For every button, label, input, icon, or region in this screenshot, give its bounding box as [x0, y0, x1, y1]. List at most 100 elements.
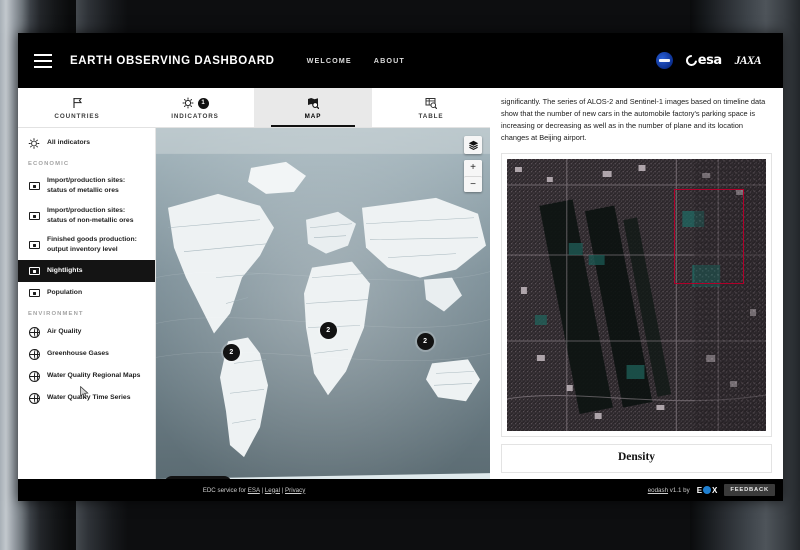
sidebar-item-label: Air Quality [47, 328, 82, 336]
tab-map[interactable]: MAP [254, 88, 372, 127]
right-detail-panel: significantly. The series of ALOS-2 and … [490, 88, 783, 501]
zoom-out-button[interactable]: − [464, 176, 482, 192]
sidebar-item-air-quality[interactable]: Air Quality [18, 321, 155, 343]
tab-map-label: MAP [304, 112, 322, 120]
sidebar-section-environment-title: ENVIRONMENT [28, 311, 84, 318]
sidebar-item-label: Finished goods production: output invent… [47, 236, 137, 254]
banknote-icon [28, 265, 40, 277]
footer-legal-link[interactable]: Legal [265, 487, 280, 494]
footer-left-links: EDC service for ESA | Legal | Privacy [18, 487, 490, 494]
esa-logo-icon: esa [683, 52, 722, 69]
region-of-interest-box [674, 188, 744, 285]
eox-logo-icon: EX [696, 485, 718, 495]
tab-indicators-icons: 1 [182, 96, 209, 111]
tab-indicators[interactable]: 1 INDICATORS [136, 88, 254, 127]
banknote-icon [28, 180, 40, 192]
hamburger-icon[interactable] [34, 53, 52, 68]
sidebar-section-economic-title: ECONOMIC [28, 161, 70, 167]
map-cluster-marker[interactable]: 2 [416, 333, 434, 351]
nasa-logo-icon [655, 52, 673, 69]
sidebar-item-finished-goods[interactable]: Finished goods production: output invent… [18, 230, 155, 260]
app-screen: EARTH OBSERVING DASHBOARD WELCOME ABOUT … [18, 33, 783, 501]
footer-right-group: eodash v1.1 by EX FEEDBACK [648, 484, 775, 496]
sidebar-item-non-metallic-ores[interactable]: Import/production sites: status of non-m… [18, 201, 155, 231]
left-column: COUNTRIES 1 INDICATORS MAP TABLE All ind… [18, 88, 490, 501]
banknote-icon [28, 239, 40, 251]
hamburger-line [34, 65, 52, 68]
sar-satellite-image[interactable] [507, 158, 766, 431]
jaxa-logo-icon: JAXA [734, 54, 762, 67]
sidebar-item-label: Water Quality Regional Maps [47, 372, 141, 380]
tab-table-icons [425, 96, 437, 111]
nav-item-about[interactable]: ABOUT [374, 56, 405, 65]
esa-arc-shape [683, 52, 700, 69]
description-paragraph: significantly. The series of ALOS-2 and … [501, 97, 766, 142]
sidebar-item-nightlights[interactable]: Nightlights [18, 260, 155, 399]
indicators-badge: 1 [197, 97, 209, 109]
density-chart-card: Density [501, 443, 772, 473]
hamburger-line [34, 53, 52, 56]
map-cluster-marker[interactable]: 2 [319, 321, 337, 339]
map-cluster-marker[interactable]: 2 [222, 344, 240, 362]
zoom-in-button[interactable]: + [464, 160, 482, 176]
satellite-image-card [501, 152, 772, 437]
photo-of-screen-frame: EARTH OBSERVING DASHBOARD WELCOME ABOUT … [0, 0, 800, 550]
footer-esa-link[interactable]: ESA [248, 487, 260, 494]
footer-version: v1.1 by [668, 486, 690, 494]
nav-item-welcome[interactable]: WELCOME [307, 56, 352, 65]
zoom-controls: + − [464, 160, 482, 192]
globe-icon [28, 370, 40, 382]
eodash-link[interactable]: eodash [648, 487, 668, 494]
footer-edc-text: EDC service for [202, 486, 248, 494]
sidebar-item-greenhouse-gases[interactable]: Greenhouse Gases [18, 343, 155, 365]
sidebar-item-label: Nightlights [47, 267, 83, 275]
top-nav: WELCOME ABOUT [307, 56, 405, 65]
hamburger-line [34, 59, 52, 62]
table-search-icon [425, 98, 437, 109]
globe-icon [28, 392, 40, 404]
map-basemap [156, 128, 490, 501]
footer-brand-text: eodash v1.1 by [648, 487, 690, 494]
sidebar-item-all-indicators[interactable]: All indicators [18, 132, 155, 154]
sidebar-item-label: Import/production sites: status of metal… [47, 177, 126, 194]
sidebar-item-label: Import/production sites: status of non-m… [47, 206, 134, 224]
globe-icon [28, 326, 40, 338]
eox-dot-shape [703, 486, 712, 494]
banknote-icon [28, 210, 40, 222]
sidebar-item-label: Water Quality Time Series [47, 394, 131, 402]
page-title: EARTH OBSERVING DASHBOARD [70, 54, 275, 67]
banknote-icon [28, 287, 40, 299]
indicator-sidebar: All indicators ECONOMIC Import/productio… [18, 128, 156, 501]
tab-indicators-label: INDICATORS [171, 112, 219, 120]
tab-bar: COUNTRIES 1 INDICATORS MAP TABLE [18, 88, 490, 128]
sidebar-item-population[interactable]: Population [18, 282, 155, 304]
tab-map-icons [307, 96, 319, 111]
map-search-icon [308, 98, 319, 109]
lightbulb-icon [182, 97, 193, 108]
tab-countries-label: COUNTRIES [54, 112, 100, 120]
tab-countries-icons [72, 96, 83, 111]
flag-icon [72, 98, 82, 108]
sidebar-all-indicators-label: All indicators [47, 139, 91, 147]
layers-icon[interactable] [464, 136, 482, 154]
content-row: All indicators ECONOMIC Import/productio… [18, 128, 490, 501]
sidebar-item-label: Population [47, 289, 83, 297]
world-map-graphic [156, 128, 490, 501]
sidebar-item-metallic-ores[interactable]: Import/production sites: status of metal… [18, 171, 155, 201]
sidebar-item-water-quality-regional-maps[interactable]: Water Quality Regional Maps [18, 365, 155, 387]
map-controls: + − [464, 136, 482, 192]
tab-table-label: TABLE [418, 112, 444, 120]
footer-privacy-link[interactable]: Privacy [285, 487, 305, 494]
esa-logo-text: esa [697, 53, 722, 68]
sidebar-item-label: Greenhouse Gases [47, 350, 109, 358]
feedback-button[interactable]: FEEDBACK [724, 484, 775, 496]
sidebar-item-water-quality-time-series[interactable]: Water Quality Time Series [18, 387, 155, 409]
map-viewport[interactable]: + − 2 2 2 Nightlights × 116.503, [156, 128, 490, 501]
globe-icon [28, 348, 40, 360]
tab-countries[interactable]: COUNTRIES [18, 88, 136, 127]
top-header-bar: EARTH OBSERVING DASHBOARD WELCOME ABOUT … [18, 33, 783, 88]
tab-table[interactable]: TABLE [372, 88, 490, 127]
agency-logos: esa JAXA [655, 52, 767, 69]
lightbulb-icon [28, 137, 40, 149]
density-title: Density [617, 450, 656, 463]
